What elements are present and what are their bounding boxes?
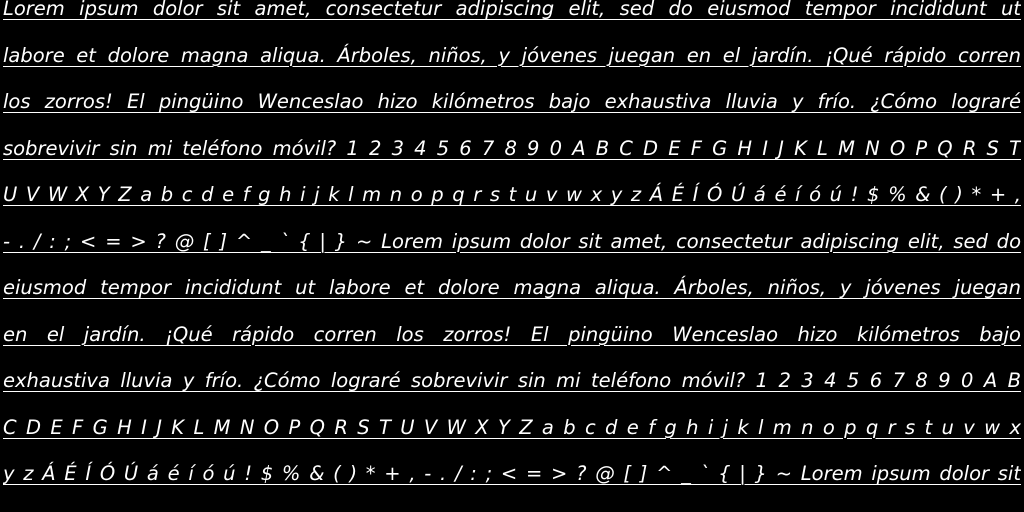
text-line: y z Á É Í Ó Ú á é í ó ú ! $ % & ( ) * + … xyxy=(3,462,1021,485)
text-line: C D E F G H I J K L M N O P Q R S T U V … xyxy=(3,415,1021,439)
text-line: sobrevivir sin mi teléfono móvil? 1 2 3 … xyxy=(3,136,1021,160)
text-line: en el jardín. ¡Qué rápido corren los zor… xyxy=(3,322,1021,346)
text-line: U V W X Y Z a b c d e f g h i j k l m n … xyxy=(3,183,1021,206)
text-line: Lorem ipsum dolor sit amet, consectetur … xyxy=(3,0,1021,20)
text-line: exhaustiva lluvia y frío. ¿Cómo lograré … xyxy=(3,369,1021,392)
document-page: Lorem ipsum dolor sit amet, consectetur … xyxy=(0,0,1024,512)
text-line: - . / : ; < = > ? @ [ ] ^ _ ` { | } ~ Lo… xyxy=(3,229,1021,253)
text-line: labore et dolore magna aliqua. Árboles, … xyxy=(3,43,1021,67)
text-line: eiusmod tempor incididunt ut labore et d… xyxy=(3,276,1021,299)
body-text: Lorem ipsum dolor sit amet, consectetur … xyxy=(3,0,1021,498)
text-line: los zorros! El pingüino Wenceslao hizo k… xyxy=(3,90,1021,113)
